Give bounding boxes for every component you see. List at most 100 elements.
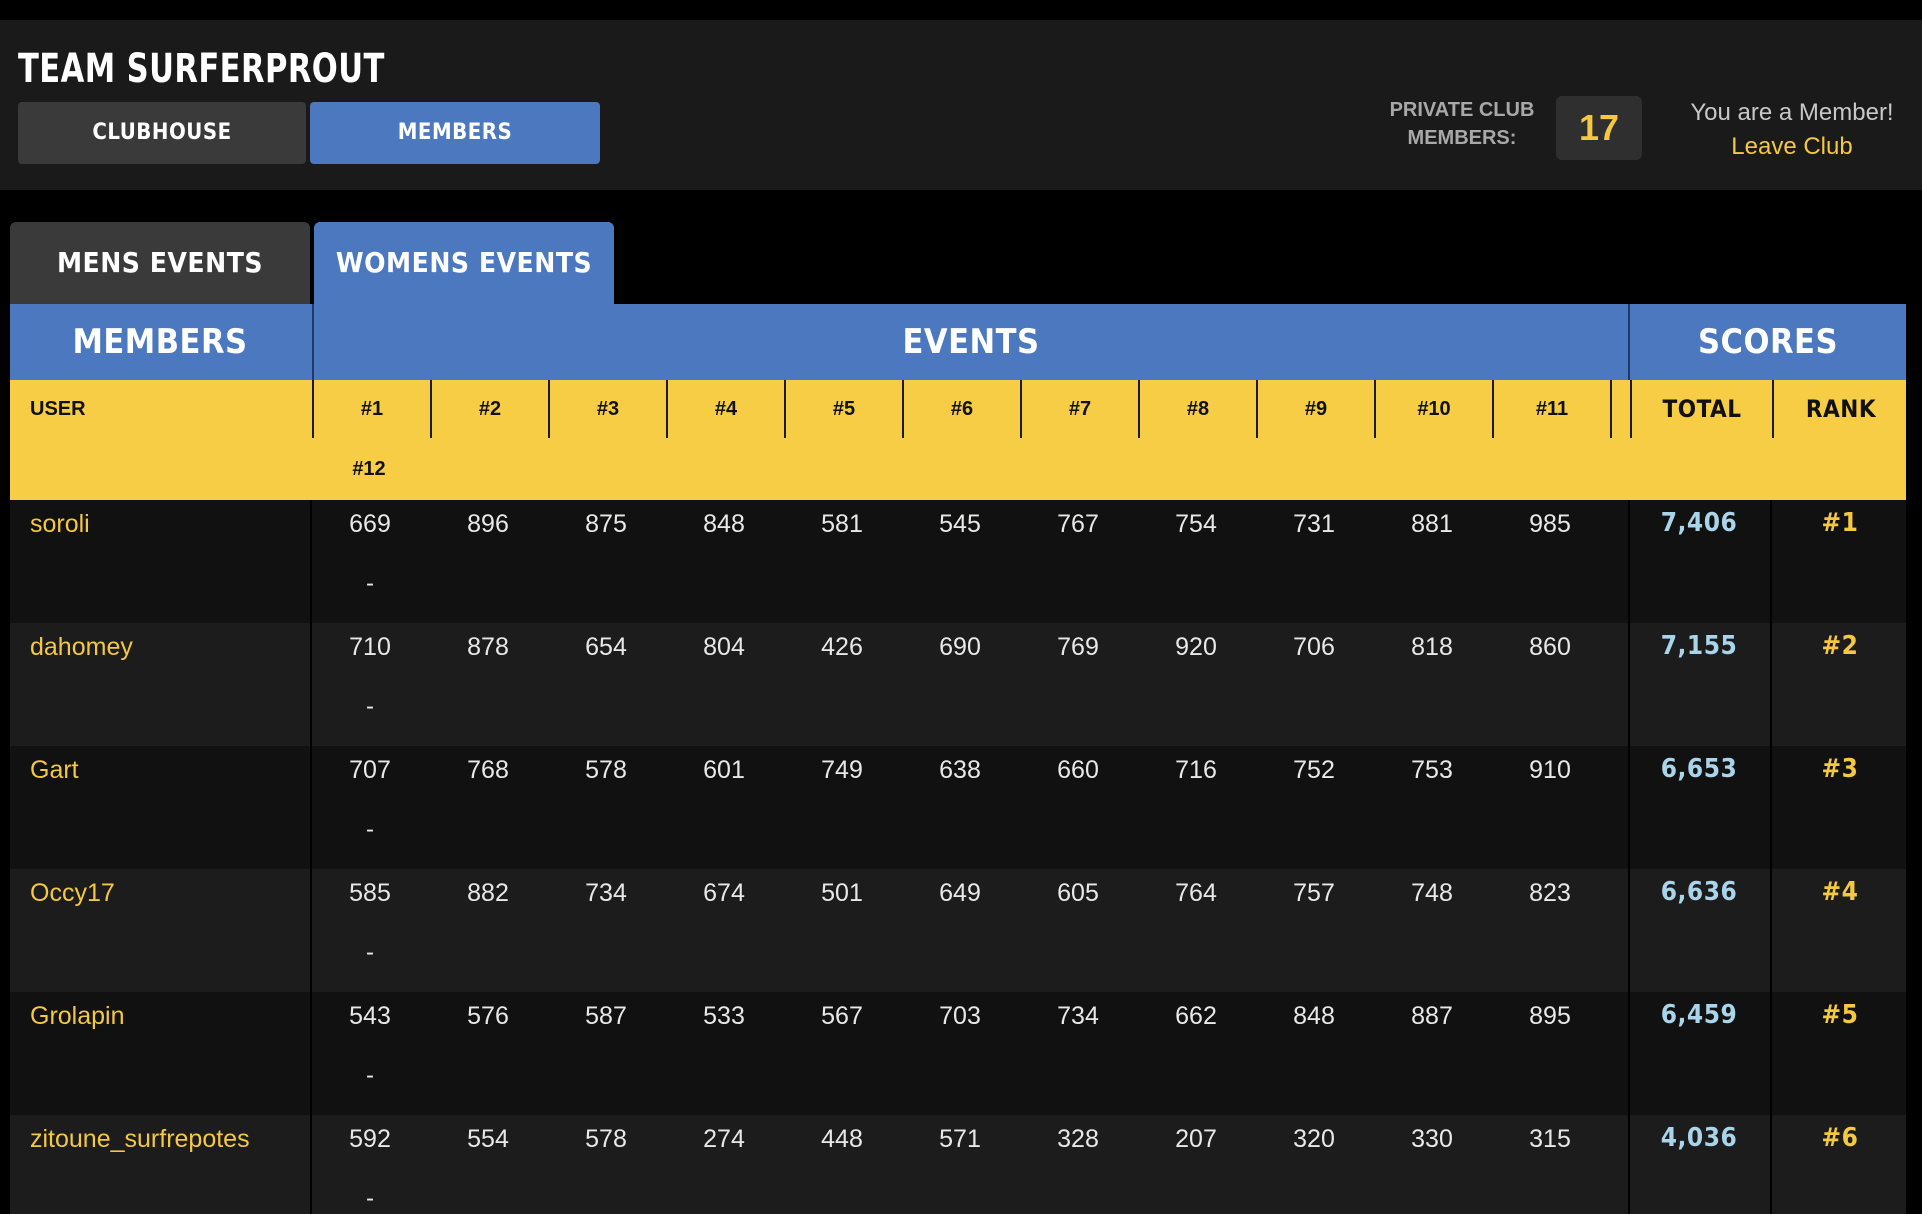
- score-cell: 426: [821, 633, 863, 661]
- score-cell: 734: [1057, 1002, 1099, 1030]
- column-header-event-2[interactable]: #2: [430, 380, 548, 438]
- score-cell: 895: [1529, 1002, 1571, 1030]
- score-cell: 881: [1411, 510, 1453, 538]
- score-cell: 848: [1293, 1002, 1335, 1030]
- score-cell: 757: [1293, 879, 1335, 907]
- table-row: dahomey 710 878 654 804 426 690 769 920 …: [10, 623, 1906, 746]
- nav-clubhouse-button[interactable]: CLUBHOUSE: [18, 102, 306, 164]
- column-header-event-12[interactable]: #12: [312, 440, 426, 498]
- score-cell: 554: [467, 1125, 509, 1153]
- score-cell: 662: [1175, 1002, 1217, 1030]
- score-cell: 448: [821, 1125, 863, 1153]
- score-cell: 804: [703, 633, 745, 661]
- score-cell: 533: [703, 1002, 745, 1030]
- score-cell: 320: [1293, 1125, 1335, 1153]
- total-score: 6,653: [1660, 754, 1738, 784]
- score-cell: 769: [1057, 633, 1099, 661]
- total-score: 7,155: [1660, 631, 1738, 661]
- total-score: 6,459: [1660, 1000, 1738, 1030]
- member-name-link[interactable]: Gart: [30, 756, 79, 785]
- score-cell: 706: [1293, 633, 1335, 661]
- score-cell: 660: [1057, 756, 1099, 784]
- tab-womens-events[interactable]: WOMENS EVENTS: [314, 222, 614, 304]
- score-cell: -: [366, 693, 374, 720]
- rank-value: #6: [1821, 1123, 1859, 1153]
- column-header-event-8[interactable]: #8: [1138, 380, 1256, 438]
- score-cell: -: [366, 816, 374, 843]
- score-cell: 592: [349, 1125, 391, 1153]
- score-cell: 754: [1175, 510, 1217, 538]
- rank-value: #1: [1821, 508, 1859, 538]
- score-cell: 707: [349, 756, 391, 784]
- total-score: 4,036: [1660, 1123, 1738, 1153]
- group-header-members: MEMBERS: [72, 322, 248, 362]
- group-header-scores: SCORES: [1698, 322, 1838, 362]
- member-name-link[interactable]: dahomey: [30, 633, 133, 662]
- score-cell: 567: [821, 1002, 863, 1030]
- table-row: Occy17 585 882 734 674 501 649 605 764 7…: [10, 869, 1906, 992]
- column-header-event-11[interactable]: #11: [1492, 380, 1612, 438]
- total-score: 6,636: [1660, 877, 1738, 907]
- table-row: Gart 707 768 578 601 749 638 660 716 752…: [10, 746, 1906, 869]
- rank-value: #4: [1821, 877, 1859, 907]
- score-cell: 587: [585, 1002, 627, 1030]
- score-cell: 328: [1057, 1125, 1099, 1153]
- score-cell: -: [366, 939, 374, 966]
- private-club-label: PRIVATE CLUB MEMBERS:: [1372, 96, 1552, 152]
- score-cell: 752: [1293, 756, 1335, 784]
- score-cell: 274: [703, 1125, 745, 1153]
- member-name-link[interactable]: Occy17: [30, 879, 115, 908]
- member-status-text: You are a Member!: [1690, 99, 1894, 126]
- score-cell: 731: [1293, 510, 1335, 538]
- score-cell: 734: [585, 879, 627, 907]
- score-cell: 578: [585, 756, 627, 784]
- column-header-event-1[interactable]: #1: [312, 380, 430, 438]
- score-cell: 985: [1529, 510, 1571, 538]
- rank-value: #2: [1821, 631, 1859, 661]
- score-cell: 690: [939, 633, 981, 661]
- member-name-link[interactable]: zitoune_surfrepotes: [30, 1125, 250, 1154]
- score-cell: 543: [349, 1002, 391, 1030]
- score-cell: 749: [821, 756, 863, 784]
- nav-members-button[interactable]: MEMBERS: [310, 102, 600, 164]
- score-cell: 753: [1411, 756, 1453, 784]
- score-cell: 638: [939, 756, 981, 784]
- column-header-total[interactable]: TOTAL: [1630, 380, 1772, 438]
- club-header: TEAM SURFERPROUT CLUBHOUSE MEMBERS PRIVA…: [0, 20, 1922, 190]
- score-cell: 768: [467, 756, 509, 784]
- score-cell: 848: [703, 510, 745, 538]
- score-cell: 649: [939, 879, 981, 907]
- member-name-link[interactable]: soroli: [30, 510, 90, 539]
- rank-value: #5: [1821, 1000, 1859, 1030]
- team-title: TEAM SURFERPROUT: [18, 46, 385, 92]
- score-cell: 875: [585, 510, 627, 538]
- column-header-event-4[interactable]: #4: [666, 380, 784, 438]
- score-cell: 767: [1057, 510, 1099, 538]
- column-header-user[interactable]: USER: [30, 380, 86, 438]
- table-group-header: MEMBERS EVENTS SCORES: [10, 304, 1906, 380]
- score-cell: 601: [703, 756, 745, 784]
- column-header-event-6[interactable]: #6: [902, 380, 1020, 438]
- leave-club-link[interactable]: Leave Club: [1672, 130, 1912, 164]
- score-cell: 764: [1175, 879, 1217, 907]
- score-cell: 330: [1411, 1125, 1453, 1153]
- score-cell: -: [366, 1185, 374, 1212]
- tab-mens-events[interactable]: MENS EVENTS: [10, 222, 310, 304]
- score-cell: 748: [1411, 879, 1453, 907]
- member-name-link[interactable]: Grolapin: [30, 1002, 125, 1031]
- column-header-rank[interactable]: RANK: [1772, 380, 1908, 438]
- score-cell: 571: [939, 1125, 981, 1153]
- column-header-row: USER #1 #2 #3 #4 #5 #6 #7 #8 #9 #10 #11 …: [10, 380, 1906, 500]
- score-cell: 669: [349, 510, 391, 538]
- column-header-event-3[interactable]: #3: [548, 380, 666, 438]
- private-club-label-line2: MEMBERS:: [1407, 127, 1517, 149]
- table-row: zitoune_surfrepotes 592 554 578 274 448 …: [10, 1115, 1906, 1214]
- score-cell: 878: [467, 633, 509, 661]
- column-header-event-9[interactable]: #9: [1256, 380, 1374, 438]
- table-row: Grolapin 543 576 587 533 567 703 734 662…: [10, 992, 1906, 1115]
- column-header-event-5[interactable]: #5: [784, 380, 902, 438]
- column-header-event-10[interactable]: #10: [1374, 380, 1492, 438]
- score-cell: 501: [821, 879, 863, 907]
- score-cell: 654: [585, 633, 627, 661]
- column-header-event-7[interactable]: #7: [1020, 380, 1138, 438]
